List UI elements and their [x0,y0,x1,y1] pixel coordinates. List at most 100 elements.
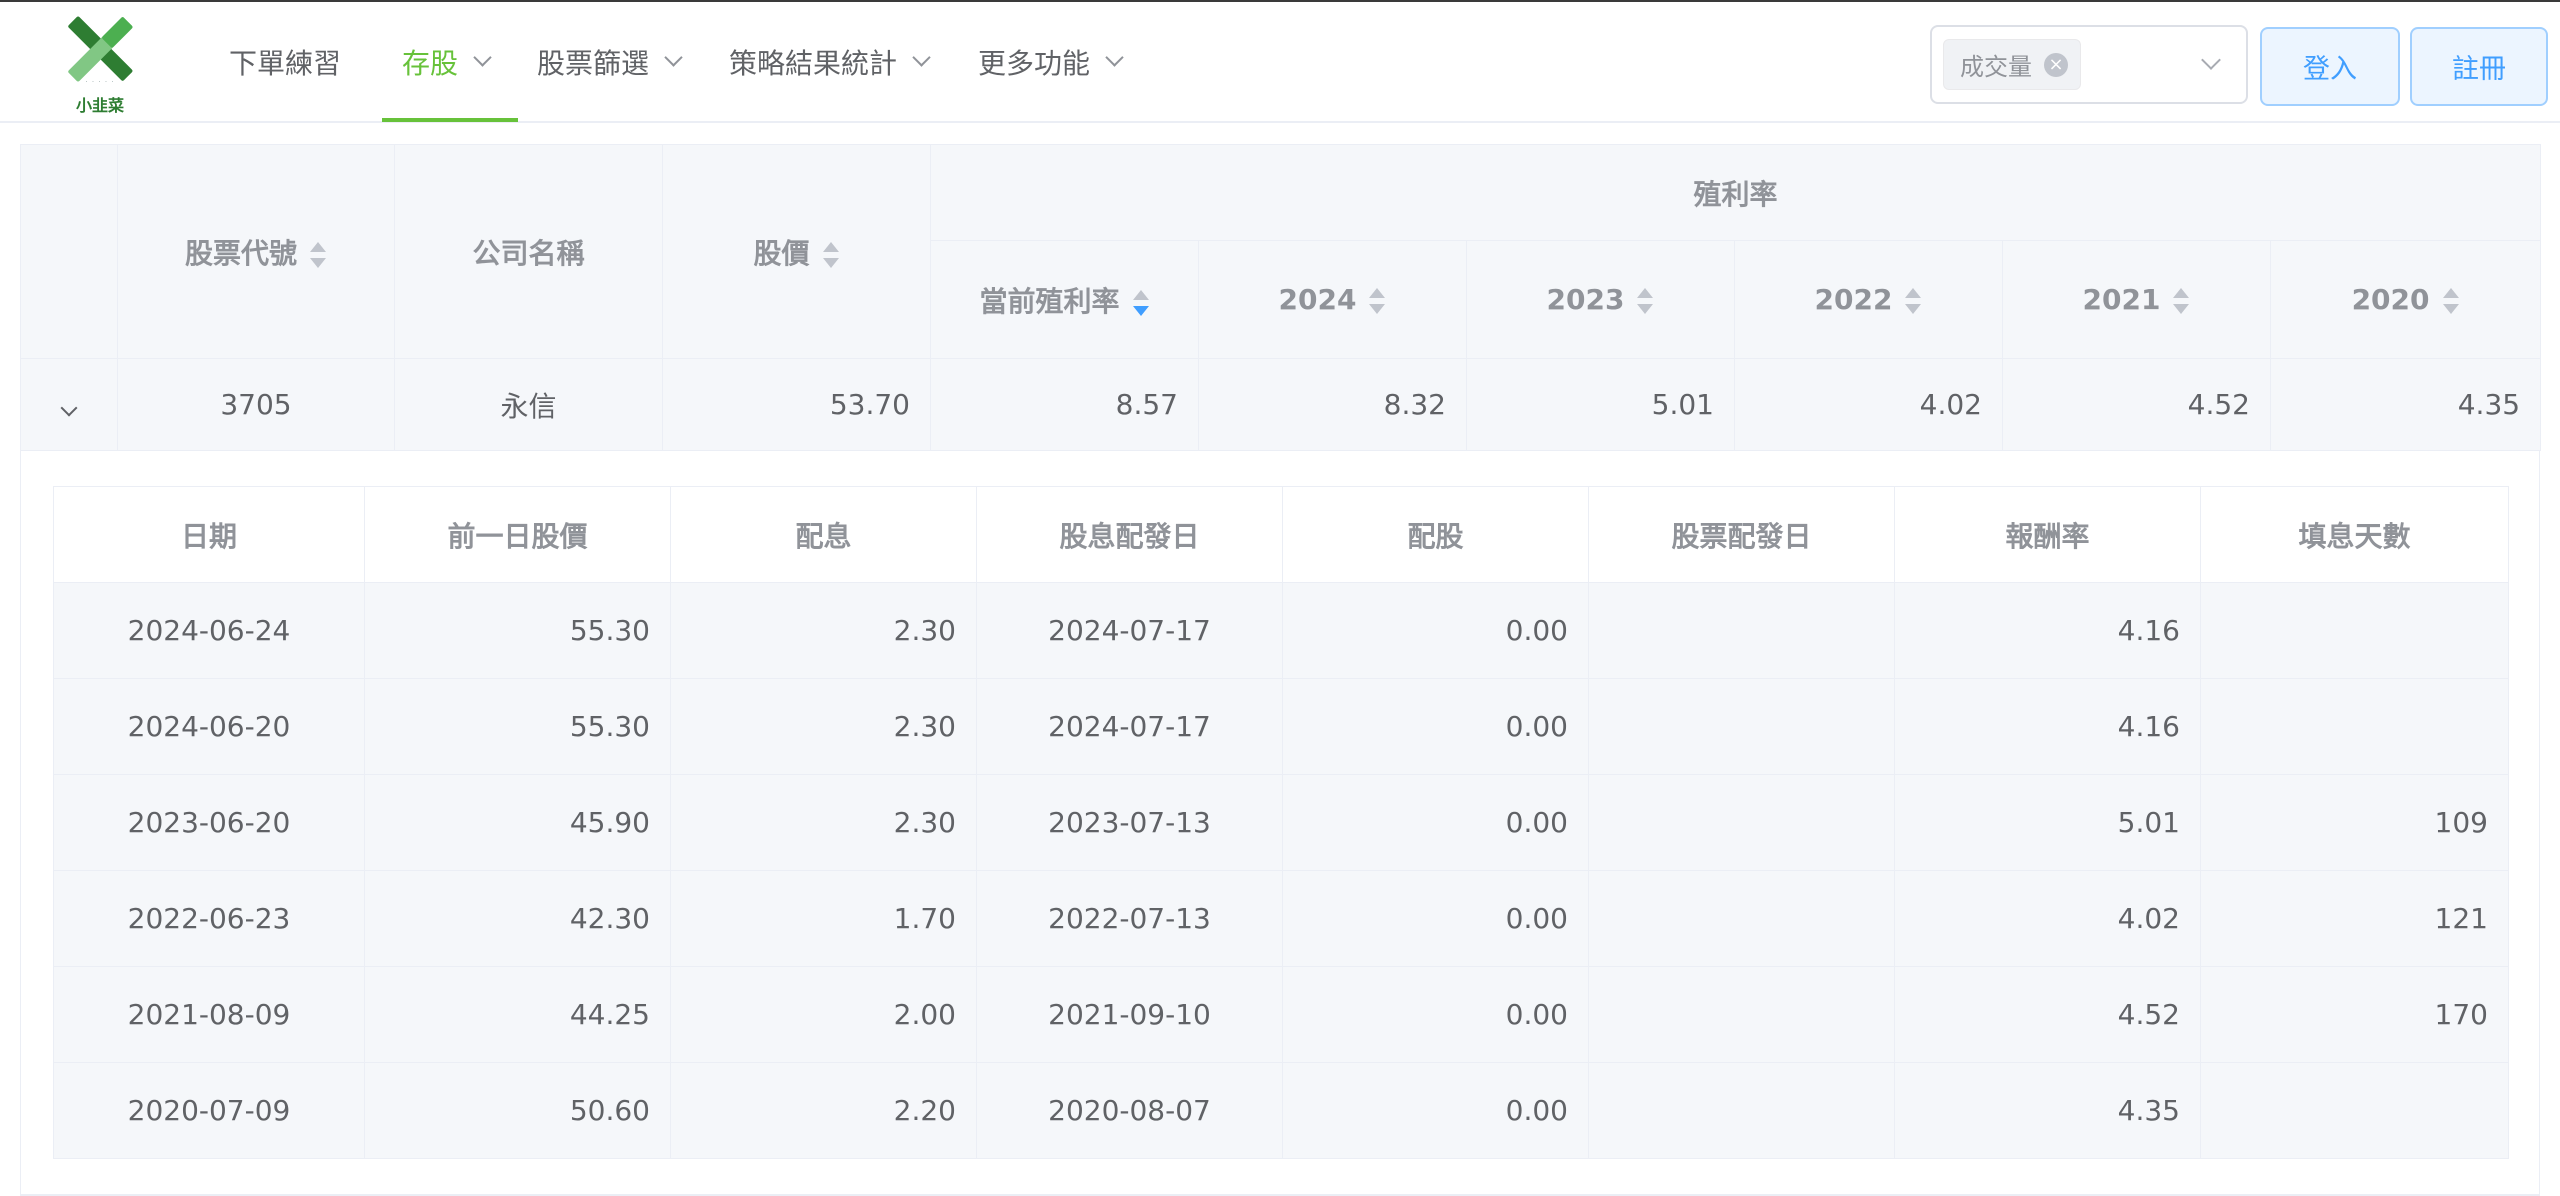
chevron-down-icon [60,399,78,417]
cell-date: 2024-06-20 [53,678,365,775]
nav-label: 策略結果統計 [729,46,898,80]
cell-stock-dividend: 0.00 [1282,966,1589,1063]
cell-stock-code: 3705 [117,358,395,451]
cell-prev-price: 55.30 [364,678,671,775]
expand-column-header [20,144,118,359]
nav-strategy-stats[interactable]: 策略結果統計 [729,2,931,121]
chevron-down-icon [912,48,931,67]
nav-stock-screener[interactable]: 股票篩選 [537,2,683,121]
cell-yield-2023: 5.01 [1466,358,1735,451]
cell-fill-days [2200,1062,2509,1159]
cell-yield-2020: 4.35 [2269,358,2542,451]
table-row: 2022-06-23 42.30 1.70 2022-07-13 0.00 4.02 121 [53,870,2509,967]
cell-date: 2022-06-23 [53,870,365,967]
cell-stock-dividend: 0.00 [1282,1062,1589,1159]
table-row: 2020-07-09 50.60 2.20 2020-08-07 0.00 4.35 [53,1062,2509,1159]
cell-cash-dividend: 2.30 [670,582,977,679]
cell-fill-days: 109 [2200,774,2509,871]
register-button[interactable]: 註冊 [2410,27,2548,106]
column-header-2024[interactable]: 2024 [1198,240,1467,359]
site-logo[interactable]: · · · · · 小韭菜 [55,16,145,115]
column-header-2021[interactable]: 2021 [2002,240,2271,359]
cell-current-yield: 8.57 [930,358,1199,451]
column-header-price[interactable]: 股價 [662,144,931,359]
cell-cash-pay-date: 2020-08-07 [976,1062,1283,1159]
cell-stock-dividend: 0.00 [1282,870,1589,967]
cell-company-name: 永信 [394,358,663,451]
cell-stock-dividend: 0.00 [1282,774,1589,871]
cell-return-rate: 4.16 [1894,582,2201,679]
cell-date: 2024-06-24 [53,582,365,679]
chevron-down-icon [664,48,683,67]
column-group-dividend-yield: 殖利率 [929,144,2542,241]
chevron-down-icon[interactable] [2201,50,2221,70]
cell-fill-days [2200,582,2509,679]
sort-icon[interactable] [1904,288,1922,314]
sort-icon[interactable] [1368,288,1386,314]
cell-fill-days: 121 [2200,870,2509,967]
column-header-stock-pay-date: 股票配發日 [1588,486,1895,583]
active-nav-indicator [382,118,518,122]
cell-return-rate: 4.02 [1894,870,2201,967]
cell-cash-dividend: 2.00 [670,966,977,1063]
column-header-2022[interactable]: 2022 [1734,240,2003,359]
field-multi-select[interactable]: 成交量 × [1930,25,2248,104]
logo-subtext: · · · · · [85,78,115,86]
nav-label: 股票篩選 [537,46,650,80]
column-header-current-yield[interactable]: 當前殖利率 [930,240,1199,359]
cell-stock-dividend: 0.00 [1282,678,1589,775]
cell-cash-pay-date: 2024-07-17 [976,582,1283,679]
cell-cash-pay-date: 2021-09-10 [976,966,1283,1063]
nav-label: 存股 [402,46,459,80]
nav-label: 更多功能 [978,46,1091,80]
cell-return-rate: 4.16 [1894,678,2201,775]
nav-order-practice[interactable]: 下單練習 [229,2,341,121]
cell-price: 53.70 [662,358,931,451]
sort-icon[interactable] [2442,288,2460,314]
cell-return-rate: 5.01 [1894,774,2201,871]
cell-fill-days: 170 [2200,966,2509,1063]
sort-icon[interactable] [309,241,327,268]
cell-return-rate: 4.52 [1894,966,2201,1063]
cell-prev-price: 45.90 [364,774,671,871]
nav-label: 下單練習 [229,46,342,80]
cell-yield-2021: 4.52 [2002,358,2271,451]
column-header-stock-dividend: 配股 [1282,486,1589,583]
chevron-down-icon [1105,48,1124,67]
nav-more-features[interactable]: 更多功能 [978,2,1124,121]
selected-tag: 成交量 × [1943,39,2081,90]
sort-icon[interactable] [2172,288,2190,314]
column-header-2023[interactable]: 2023 [1466,240,1735,359]
column-header-stock-code[interactable]: 股票代號 [117,144,395,359]
table-row[interactable]: 3705 永信 53.70 8.57 8.32 5.01 4.02 4.52 4… [20,358,2542,451]
expand-toggle[interactable] [20,358,118,451]
cell-prev-price: 55.30 [364,582,671,679]
detail-header-row: 日期 前一日股價 配息 股息配發日 配股 股票配發日 報酬率 填息天數 [53,486,2509,583]
column-header-2020[interactable]: 2020 [2269,240,2542,359]
nav-dividend-stocks[interactable]: 存股 [402,2,492,121]
sort-icon[interactable] [822,241,840,268]
column-header-prev-price: 前一日股價 [364,486,671,583]
column-header-cash-pay-date: 股息配發日 [976,486,1283,583]
tag-label: 成交量 [1960,53,2032,81]
sort-icon[interactable] [1636,288,1654,314]
cell-cash-dividend: 2.30 [670,774,977,871]
column-header-date: 日期 [53,486,365,583]
cell-stock-pay-date [1588,582,1895,679]
cell-stock-pay-date [1588,870,1895,967]
cell-stock-pay-date [1588,678,1895,775]
column-header-fill-days: 填息天數 [2200,486,2509,583]
leek-logo-icon [68,16,133,82]
cell-stock-pay-date [1588,966,1895,1063]
cell-cash-pay-date: 2023-07-13 [976,774,1283,871]
column-header-company-name: 公司名稱 [394,144,663,359]
close-icon[interactable]: × [2044,52,2068,77]
cell-cash-dividend: 1.70 [670,870,977,967]
table-row: 2023-06-20 45.90 2.30 2023-07-13 0.00 5.01 109 [53,774,2509,871]
cell-yield-2022: 4.02 [1734,358,2003,451]
table-row: 2024-06-24 55.30 2.30 2024-07-17 0.00 4.16 [53,582,2509,679]
dividend-history-table: 日期 前一日股價 配息 股息配發日 配股 股票配發日 報酬率 填息天數 2024-06-24 5… [53,486,2509,1159]
sort-desc-icon[interactable] [1132,289,1150,316]
login-button[interactable]: 登入 [2260,27,2400,106]
logo-text: 小韭菜 [75,96,124,115]
